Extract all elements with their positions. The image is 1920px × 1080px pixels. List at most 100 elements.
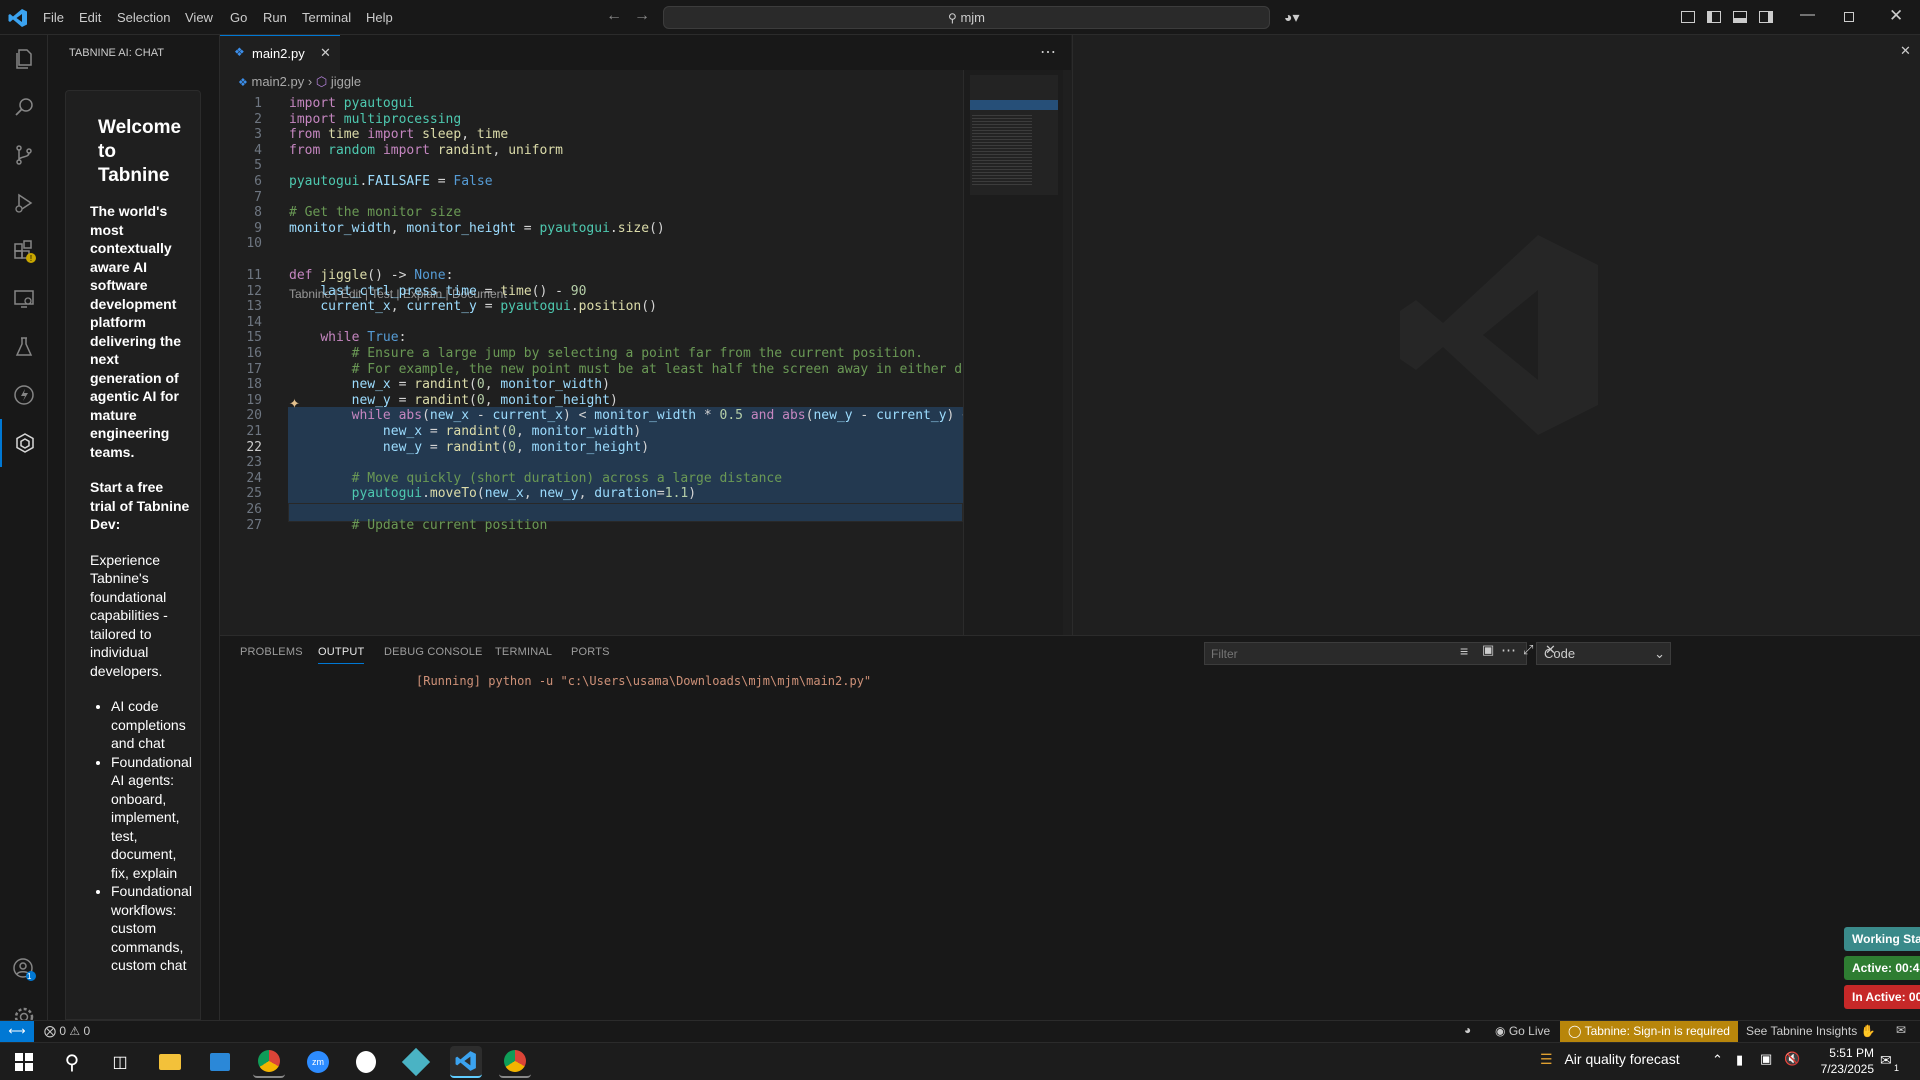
accounts-badge: 1 (27, 972, 32, 981)
menu-terminal[interactable]: Terminal (295, 0, 358, 35)
network-icon[interactable]: ▣ (1760, 1051, 1772, 1067)
tab-debug-console[interactable]: DEBUG CONSOLE (384, 646, 483, 658)
command-center-label: mjm (960, 10, 985, 25)
trial-text: Start a free trial of Tabnine Dev: (90, 479, 190, 532)
copilot-icon[interactable]: ◕▾ (1284, 9, 1299, 26)
tab-problems[interactable]: PROBLEMS (240, 646, 303, 658)
chrome-icon[interactable] (253, 1046, 285, 1078)
close-tab-icon[interactable]: ✕ (320, 45, 331, 61)
sidebar-title: TABNINE AI: CHAT (69, 47, 164, 59)
vscode-watermark-icon (1398, 235, 1598, 435)
tab-ports[interactable]: PORTS (571, 646, 610, 658)
menu-selection[interactable]: Selection (110, 0, 177, 35)
menu-view[interactable]: View (178, 0, 220, 35)
source-control-icon[interactable] (0, 131, 48, 179)
testing-icon[interactable] (0, 323, 48, 371)
bottom-panel: PROBLEMS OUTPUT DEBUG CONSOLE TERMINAL P… (220, 635, 1920, 1020)
time: 5:51 PM (1829, 1046, 1874, 1060)
remote-indicator[interactable]: ⟷ (0, 1021, 34, 1042)
restore-icon[interactable] (1844, 12, 1854, 22)
battery-icon[interactable]: ▮ (1736, 1052, 1743, 1068)
search-icon[interactable] (0, 83, 48, 131)
minimap[interactable] (963, 70, 1063, 635)
code-editor[interactable]: ❖ main2.py › ⬡ jiggle Tabnine | Edit | T… (220, 70, 1071, 635)
accounts-icon[interactable]: 1 (0, 945, 48, 993)
python-file-icon: ❖ (238, 77, 248, 89)
activity-bar: ! 1 (0, 35, 48, 1027)
list-item: Foundational AI agents: onboard, impleme… (111, 753, 192, 883)
more-actions-icon[interactable]: ⋯ (1501, 641, 1516, 659)
tab-label: main2.py (252, 46, 305, 61)
toggle-primary-sidebar-icon[interactable] (1707, 11, 1721, 23)
output-channel-select[interactable]: Code ⌄ (1536, 642, 1671, 665)
taskbar-search-icon[interactable]: ⚲ (56, 1046, 88, 1078)
windows-start-icon[interactable] (8, 1046, 40, 1078)
microsoft-store-icon[interactable] (204, 1046, 236, 1078)
tab-main2[interactable]: ❖ main2.py ✕ (220, 35, 340, 70)
working-status-widget[interactable]: Working Sta (1844, 927, 1920, 951)
vscode-taskbar-icon[interactable] (450, 1046, 482, 1078)
volume-muted-icon[interactable]: 🔇 (1784, 1051, 1800, 1067)
command-center[interactable]: ⚲ mjm (663, 6, 1270, 29)
close-panel-icon[interactable]: ✕ (1545, 642, 1556, 658)
maximize-panel-icon[interactable]: ⤢ (1523, 642, 1533, 658)
inactive-time-widget[interactable]: In Active: 00 (1844, 985, 1920, 1009)
file-explorer-icon[interactable] (154, 1046, 186, 1078)
tabnine-status[interactable]: ◯ Tabnine: Sign-in is required (1560, 1021, 1738, 1042)
tab-terminal[interactable]: TERMINAL (495, 646, 552, 658)
notifications-bell-icon[interactable]: ✉ (1896, 1023, 1906, 1037)
chrome-profile-icon[interactable] (499, 1046, 531, 1078)
close-window-icon[interactable]: ✕ (1889, 6, 1903, 26)
breadcrumb-file[interactable]: main2.py (252, 74, 305, 89)
minimize-icon[interactable]: — (1800, 6, 1815, 23)
breadcrumb-symbol[interactable]: jiggle (331, 74, 361, 89)
lock-scroll-icon[interactable]: ▣ (1482, 642, 1494, 658)
go-live-button[interactable]: ◉ Go Live (1495, 1024, 1550, 1038)
menu-run[interactable]: Run (256, 0, 294, 35)
toggle-secondary-sidebar-icon[interactable] (1759, 11, 1773, 23)
menu-go[interactable]: Go (223, 0, 254, 35)
output-filter-input[interactable] (1204, 642, 1527, 665)
explorer-icon[interactable] (0, 35, 48, 83)
problems-indicator[interactable]: ⨂ 0 ⚠ 0 (44, 1024, 90, 1038)
tab-output[interactable]: OUTPUT (318, 646, 365, 664)
run-debug-icon[interactable] (0, 179, 48, 227)
forward-arrow-icon[interactable]: → (634, 7, 650, 25)
status-bar: ⟷ ⨂ 0 ⚠ 0 ◕ ◉ Go Live ◯ Tabnine: Sign-in… (0, 1020, 1920, 1042)
search-icon: ⚲ (948, 11, 957, 25)
list-item: AI code completions and chat (111, 697, 192, 753)
task-view-icon[interactable]: ◫ (104, 1046, 136, 1078)
chevron-right-icon: › (307, 74, 316, 89)
back-arrow-icon[interactable]: ← (606, 7, 622, 25)
more-actions-icon[interactable]: ⋯ (1040, 42, 1056, 62)
menu-edit[interactable]: Edit (72, 0, 108, 35)
tabnine-insights[interactable]: See Tabnine Insights ✋ (1746, 1024, 1876, 1038)
active-time-widget[interactable]: Active: 00:4 (1844, 956, 1920, 980)
customize-layout-icon[interactable] (1681, 11, 1695, 23)
lightning-icon[interactable] (0, 371, 48, 419)
welcome-heading: Welcome to Tabnine (98, 117, 182, 186)
copilot-status-icon[interactable]: ◕ (1464, 1023, 1471, 1037)
weather-widget[interactable]: ☰ Air quality forecast (1540, 1051, 1680, 1068)
vscode-logo-icon (8, 8, 28, 28)
notification-count: 1 (1894, 1063, 1900, 1073)
zoom-icon[interactable]: zm (302, 1046, 334, 1078)
remote-explorer-icon[interactable] (0, 275, 48, 323)
app-icon-teal[interactable] (400, 1046, 432, 1078)
app-icon-white[interactable] (350, 1046, 382, 1078)
show-hidden-icons[interactable]: ⌃ (1712, 1052, 1723, 1068)
minimap-text (972, 115, 1032, 185)
menu-help[interactable]: Help (359, 0, 400, 35)
weather-label: Air quality forecast (1564, 1051, 1680, 1067)
toggle-panel-icon[interactable] (1733, 11, 1747, 23)
tabnine-icon[interactable] (0, 419, 48, 467)
method-icon: ⬡ (315, 74, 328, 89)
close-editor-group-icon[interactable]: ✕ (1900, 43, 1911, 59)
tabnine-welcome-panel: Welcome to Tabnine The world's most cont… (65, 90, 201, 1020)
notification-center-icon[interactable]: ✉ (1880, 1052, 1892, 1069)
clock[interactable]: 5:51 PM 7/23/2025 (1802, 1045, 1874, 1077)
menu-file[interactable]: File (36, 0, 71, 35)
clear-output-icon[interactable]: ≡ (1460, 643, 1468, 659)
python-file-icon: ❖ (234, 45, 245, 59)
extensions-icon[interactable]: ! (0, 227, 48, 275)
